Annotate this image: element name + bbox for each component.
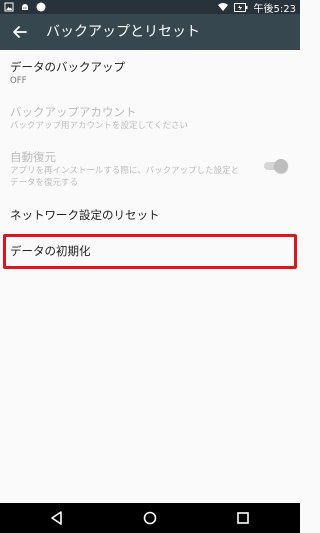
- clock: 午後5:23: [253, 3, 296, 15]
- wifi-icon: [217, 3, 228, 11]
- setting-network-reset[interactable]: ネットワーク設定のリセット: [0, 200, 300, 234]
- navigation-bar: [0, 503, 300, 533]
- setting-subtitle-line1: アプリを再インストールする際に、バックアップした設定と: [10, 166, 240, 176]
- setting-auto-restore: 自動復元 アプリを再インストールする際に、バックアップした設定と データを復元す…: [0, 144, 300, 200]
- page-title: バックアップとリセット: [46, 24, 200, 40]
- setting-subtitle: OFF: [10, 76, 27, 86]
- battery-icon: [233, 2, 248, 12]
- setting-title: バックアップアカウント: [10, 105, 137, 119]
- back-arrow-icon[interactable]: [10, 22, 30, 42]
- android-icon: [22, 4, 28, 10]
- setting-title: 自動復元: [10, 150, 56, 164]
- setting-subtitle: バックアップ用アカウントを設定してください: [10, 121, 188, 131]
- setting-subtitle-line2: データを復元する: [10, 178, 79, 188]
- auto-restore-toggle[interactable]: [262, 159, 288, 173]
- home-circle-icon[interactable]: [141, 509, 159, 527]
- image-icon: [4, 2, 14, 12]
- setting-data-backup[interactable]: データのバックアップ OFF: [0, 50, 300, 98]
- status-bar: 午後5:23: [0, 0, 300, 15]
- toggle-thumb: [274, 159, 288, 173]
- circle-icon: [36, 2, 46, 12]
- setting-title: データのバックアップ: [10, 60, 125, 74]
- app-toolbar: バックアップとリセット: [0, 14, 300, 50]
- recents-square-icon[interactable]: [234, 509, 252, 527]
- setting-title: ネットワーク設定のリセット: [10, 208, 160, 222]
- highlight-frame: [3, 234, 297, 269]
- back-triangle-icon[interactable]: [48, 509, 66, 527]
- setting-backup-account: バックアップアカウント バックアップ用アカウントを設定してください: [0, 98, 300, 144]
